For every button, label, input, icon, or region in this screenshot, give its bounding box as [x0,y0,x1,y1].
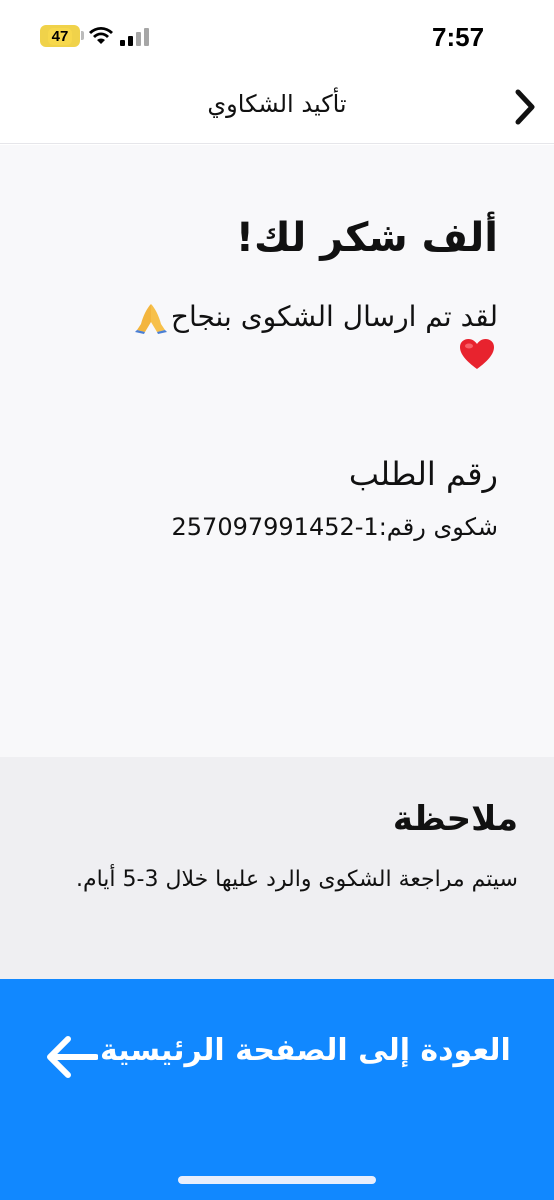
wifi-icon [89,27,113,44]
complaint-number: شكوى رقم:1-257097991452 [171,513,498,541]
success-message-text: لقد تم ارسال الشكوى بنجاح [170,300,498,333]
thanks-title: ألف شكر لك! [235,215,498,261]
battery-cap [81,31,84,40]
battery-level: 47 [47,27,73,45]
note-section: ملاحظة سيتم مراجعة الشكوى والرد عليها خل… [0,757,554,979]
order-number-label: رقم الطلب [348,455,498,493]
note-title: ملاحظة [392,799,518,839]
battery-indicator: 47 [40,25,80,47]
confirmation-section: ألف شكر لك! لقد تم ارسال الشكوى بنجاح رق… [0,145,554,757]
navigation-bar: تأكيد الشكاوي [0,72,554,144]
success-message: لقد تم ارسال الشكوى بنجاح [48,295,498,339]
home-indicator[interactable] [178,1176,376,1184]
signal-icon [120,28,149,46]
folded-hands-icon [134,304,167,334]
back-to-home-button[interactable]: العودة إلى الصفحة الرئيسية [0,979,554,1200]
status-bar: 47 7:57 [0,0,554,72]
back-to-home-label: العودة إلى الصفحة الرئيسية [100,1033,511,1068]
chevron-right-icon[interactable] [512,88,538,126]
red-heart-icon [460,339,494,369]
note-text: سيتم مراجعة الشكوى والرد عليها خلال 3-5 … [75,867,518,892]
status-time: 7:57 [432,22,485,52]
arrow-left-icon [47,1036,98,1078]
page-title: تأكيد الشكاوي [207,90,347,118]
